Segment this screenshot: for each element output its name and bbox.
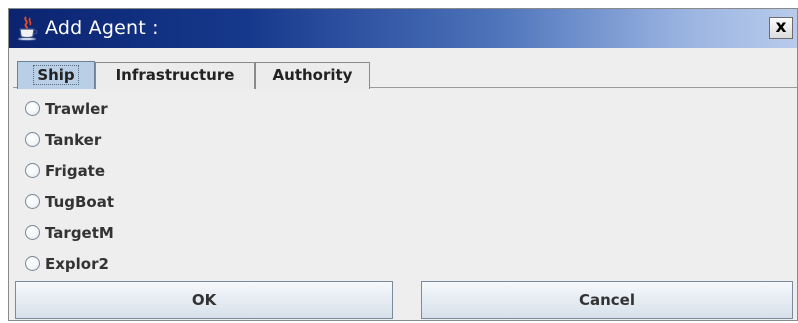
cancel-button[interactable]: Cancel bbox=[421, 281, 793, 319]
radio-label: TargetM bbox=[45, 224, 114, 242]
radio-button-icon[interactable] bbox=[25, 225, 40, 240]
dialog-title: Add Agent : bbox=[45, 17, 159, 39]
radio-button-icon[interactable] bbox=[25, 256, 40, 271]
close-icon: x bbox=[775, 17, 787, 37]
radio-label: Frigate bbox=[45, 162, 106, 180]
tab-infrastructure[interactable]: Infrastructure bbox=[95, 62, 255, 89]
radio-button-icon[interactable] bbox=[25, 194, 40, 209]
tab-ship-label: Ship bbox=[33, 65, 79, 85]
close-button[interactable]: x bbox=[769, 17, 793, 39]
radio-label: Trawler bbox=[45, 100, 108, 118]
title-bar[interactable]: Add Agent : x bbox=[9, 9, 797, 48]
radio-button-icon[interactable] bbox=[25, 132, 40, 147]
agent-type-panel: Trawler Tanker Frigate TugBoat TargetM E… bbox=[9, 88, 797, 278]
radio-label: Explor2 bbox=[45, 255, 109, 273]
radio-label: TugBoat bbox=[45, 193, 115, 211]
tab-infrastructure-label: Infrastructure bbox=[115, 66, 235, 84]
tab-ship[interactable]: Ship bbox=[17, 61, 95, 89]
add-agent-dialog: Add Agent : x Ship Infrastructure Author… bbox=[8, 8, 798, 321]
ok-button[interactable]: OK bbox=[15, 281, 393, 319]
tab-authority-label: Authority bbox=[272, 66, 353, 84]
radio-label: Tanker bbox=[45, 131, 102, 149]
radio-button-icon[interactable] bbox=[25, 163, 40, 178]
radio-button-icon[interactable] bbox=[25, 101, 40, 116]
tab-authority[interactable]: Authority bbox=[255, 62, 370, 89]
java-cup-icon bbox=[15, 15, 41, 41]
